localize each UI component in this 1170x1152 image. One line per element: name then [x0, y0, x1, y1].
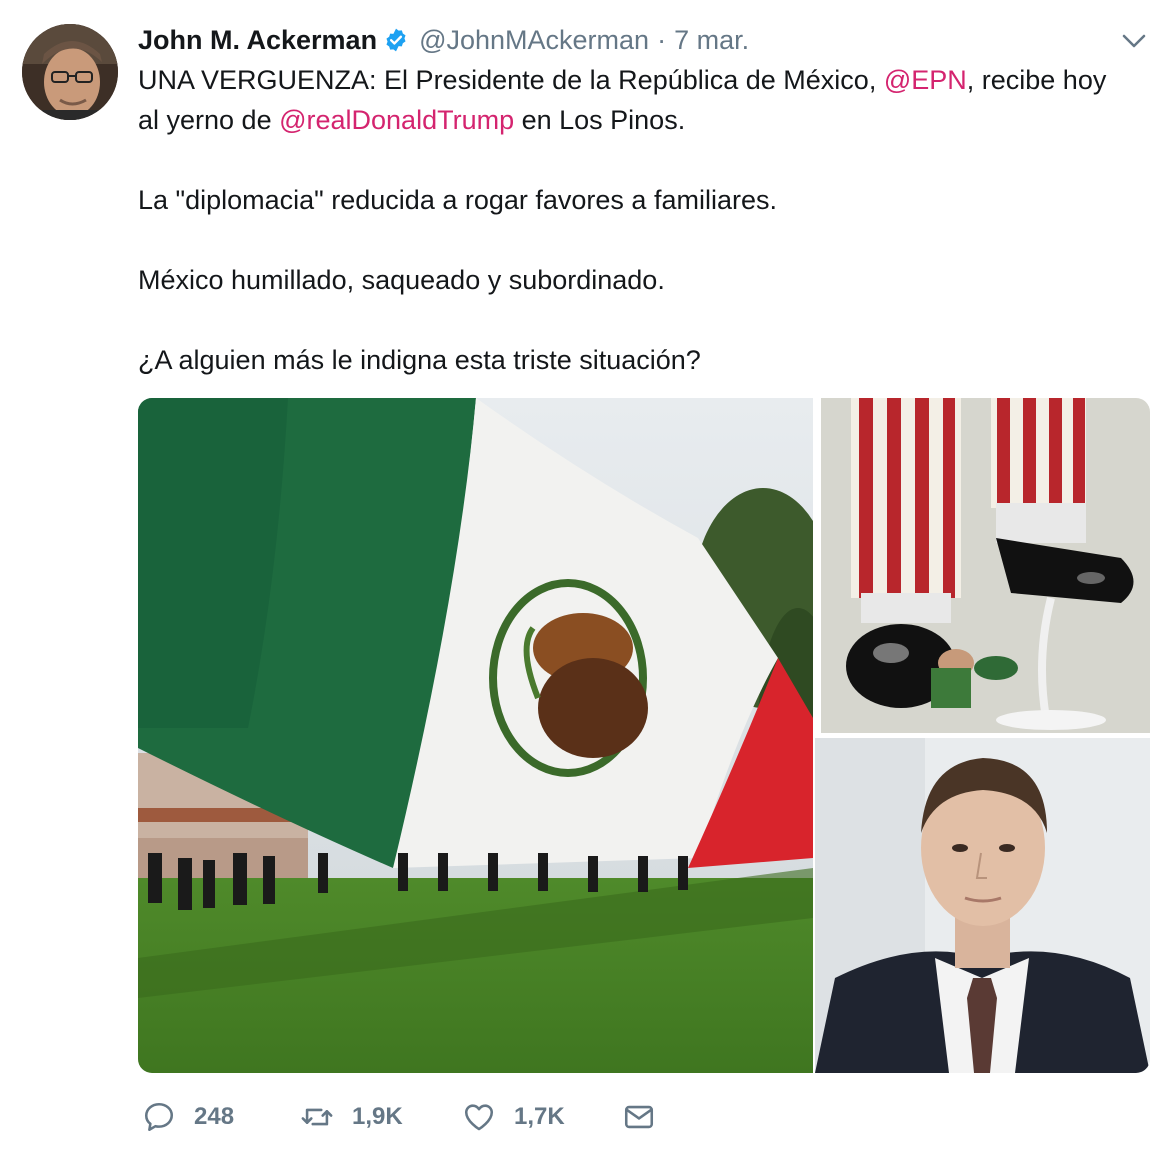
- mention-link[interactable]: @realDonaldTrump: [279, 105, 514, 135]
- tweet-text-line: al yerno de @realDonaldTrump en Los Pino…: [138, 100, 1148, 140]
- tweet: John M. Ackerman @JohnMAckerman · 7 mar.…: [0, 0, 1170, 1152]
- text-segment: en Los Pinos.: [514, 105, 686, 135]
- verified-badge-icon: [383, 27, 409, 53]
- tweet-actions: 248 1,9K 1,7K: [138, 1094, 698, 1140]
- direct-message-button[interactable]: [622, 1094, 656, 1140]
- text-segment: al yerno de: [138, 105, 280, 135]
- tweet-header: John M. Ackerman @JohnMAckerman · 7 mar.: [138, 22, 749, 58]
- avatar[interactable]: [22, 24, 118, 120]
- like-count: 1,7K: [514, 1103, 565, 1130]
- striped-pants-cartoon[interactable]: [821, 398, 1150, 733]
- tweet-paragraph: ¿A alguien más le indigna esta triste si…: [138, 345, 701, 375]
- separator-dot: ·: [657, 24, 667, 55]
- chevron-down-icon[interactable]: [1120, 30, 1148, 52]
- retweet-button[interactable]: 1,9K: [300, 1094, 403, 1140]
- media-grid: [138, 398, 1150, 1073]
- mention-link[interactable]: @EPN: [884, 65, 967, 95]
- mexican-flag-photo[interactable]: [138, 398, 813, 1073]
- timestamp[interactable]: 7 mar.: [674, 25, 749, 56]
- retweet-count: 1,9K: [352, 1103, 403, 1130]
- heart-icon: [464, 1104, 494, 1131]
- envelope-icon: [624, 1105, 654, 1129]
- retweet-icon: [301, 1108, 333, 1126]
- tweet-text-line: UNA VERGUENZA: El Presidente de la Repúb…: [138, 60, 1148, 100]
- like-button[interactable]: 1,7K: [462, 1094, 565, 1140]
- tweet-text: UNA VERGUENZA: El Presidente de la Repúb…: [138, 60, 1148, 380]
- tweet-paragraph: La "diplomacia" reducida a rogar favores…: [138, 185, 777, 215]
- reply-count: 248: [194, 1103, 235, 1130]
- tweet-paragraph: México humillado, saqueado y subordinado…: [138, 265, 665, 295]
- reply-button[interactable]: 248: [142, 1094, 234, 1140]
- text-segment: , recibe hoy: [966, 65, 1107, 95]
- author-handle[interactable]: @JohnMAckerman: [419, 25, 649, 56]
- author-name[interactable]: John M. Ackerman: [138, 25, 377, 56]
- text-segment: UNA VERGUENZA: El Presidente de la Repúb…: [138, 65, 884, 95]
- man-portrait-photo[interactable]: [815, 738, 1150, 1073]
- reply-icon: [144, 1102, 174, 1132]
